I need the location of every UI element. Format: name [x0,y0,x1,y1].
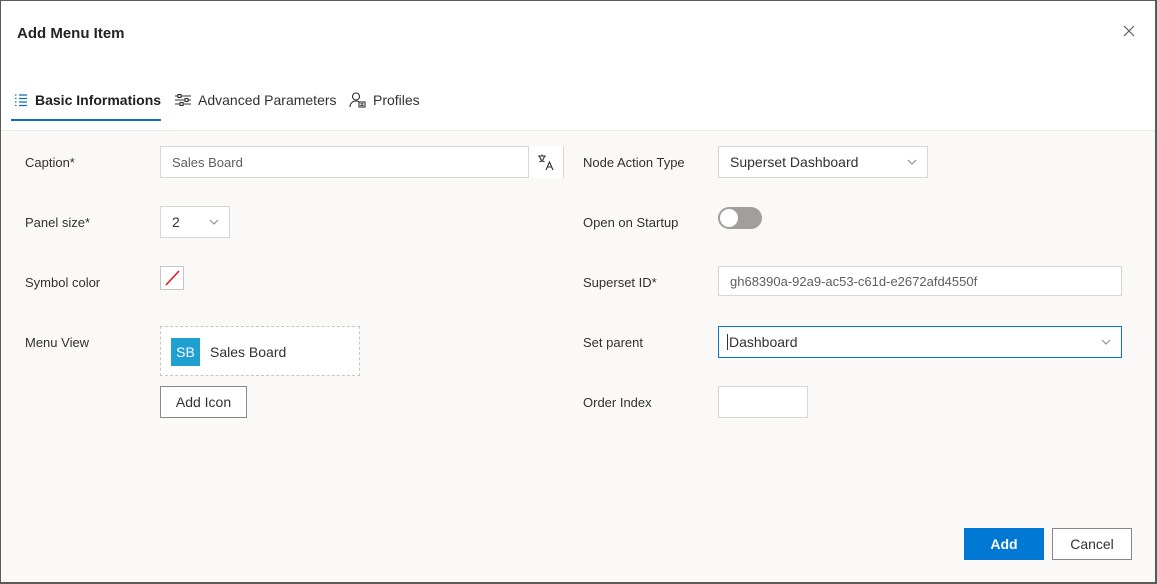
list-icon [15,94,27,107]
add-menu-item-dialog: Add Menu Item Basic Informations Advance… [1,1,1155,582]
superset-id-value: gh68390a-92a9-ac53-c61d-e2672afd4550f [730,273,978,289]
menu-view-label: Menu View [25,335,90,350]
node-action-type-label: Node Action Type [583,155,685,170]
tab-advanced-parameters[interactable]: Advanced Parameters [174,79,337,121]
tab-basic-informations[interactable]: Basic Informations [13,79,161,121]
panel-size-label: Panel size* [25,215,91,230]
tab-label: Advanced Parameters [198,92,337,108]
menu-view-avatar: SB [171,338,200,366]
translate-icon [538,154,554,171]
add-icon-button[interactable]: Add Icon [160,386,247,418]
caption-value: Sales Board [172,154,243,170]
close-button[interactable] [1121,23,1137,39]
cancel-button[interactable]: Cancel [1052,528,1132,560]
sliders-icon [175,93,191,107]
order-index-input[interactable] [718,386,808,418]
tab-bar: Basic Informations Advanced Parameters P… [1,65,1155,131]
dialog-header: Add Menu Item [1,1,1155,65]
superset-id-label: Superset ID* [583,275,657,290]
tab-label: Profiles [373,92,420,108]
no-color-icon [165,270,180,286]
superset-id-input[interactable]: gh68390a-92a9-ac53-c61d-e2672afd4550f [718,266,1122,296]
toggle-knob [720,209,738,227]
active-tab-indicator [11,119,161,121]
menu-view-name: Sales Board [210,344,287,360]
panel-size-value: 2 [172,214,180,230]
chevron-down-icon [907,159,917,165]
close-icon [1123,25,1135,37]
caption-input[interactable]: Sales Board [160,146,564,178]
symbol-color-picker[interactable] [160,266,184,290]
caption-label: Caption* [25,155,75,170]
add-button[interactable]: Add [964,528,1044,560]
panel-size-dropdown[interactable]: 2 [160,206,230,238]
chevron-down-icon [1101,339,1111,345]
tab-profiles[interactable]: Profiles [349,79,420,121]
order-index-label: Order Index [583,395,652,410]
node-action-type-dropdown[interactable]: Superset Dashboard [718,146,928,178]
menu-view-preview: SB Sales Board [160,326,360,376]
profile-icon [349,92,366,108]
node-action-type-value: Superset Dashboard [730,154,859,170]
translate-button[interactable] [528,146,563,178]
set-parent-dropdown[interactable]: Dashboard [718,326,1122,358]
symbol-color-label: Symbol color [25,275,101,290]
set-parent-value: Dashboard [727,334,798,350]
tab-label: Basic Informations [35,92,162,108]
open-on-startup-toggle[interactable] [718,207,762,229]
open-on-startup-label: Open on Startup [583,215,679,230]
dialog-title: Add Menu Item [17,25,125,42]
set-parent-label: Set parent [583,335,643,350]
chevron-down-icon [209,219,219,225]
